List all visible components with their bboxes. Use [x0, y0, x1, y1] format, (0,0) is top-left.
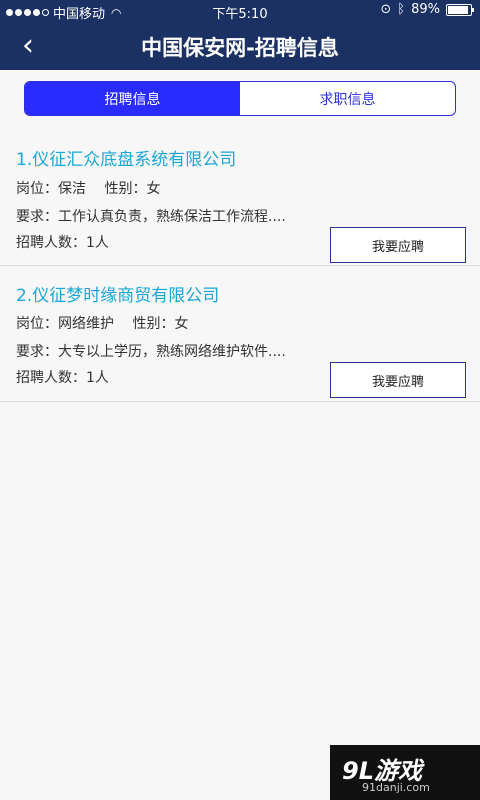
headcount: 招聘人数：1人 — [16, 235, 109, 251]
battery-percent: 89% — [411, 2, 440, 17]
status-right: ⊙ ᛒ 89% — [380, 2, 474, 17]
bluetooth-icon: ᛒ — [397, 2, 406, 17]
requirement: 要求：大专以上学历，熟练网络维护软件.... — [16, 344, 286, 360]
position-gender: 岗位：保洁 性别：女 — [16, 181, 161, 197]
company-name: 1.仪征汇众底盘系统有限公司 — [16, 150, 237, 170]
tab-recruitment-info[interactable]: 招聘信息 — [25, 82, 240, 115]
top-bar: 中国移动 ◠ 下午5:10 ⊙ ᛒ 89% ‹ 中国保安网-招聘信息 — [0, 0, 480, 70]
page-title: 中国保安网-招聘信息 — [141, 36, 339, 60]
battery-fill — [448, 5, 468, 14]
headcount: 招聘人数：1人 — [16, 370, 109, 386]
apply-button[interactable]: 我要应聘 — [330, 227, 466, 263]
watermark-url: 91danji.com — [362, 781, 430, 794]
job-card[interactable]: 1.仪征汇众底盘系统有限公司 岗位：保洁 性别：女 要求：工作认真负责，熟练保洁… — [0, 130, 480, 266]
job-card[interactable]: 2.仪征梦时缘商贸有限公司 岗位：网络维护 性别：女 要求：大专以上学历，熟练网… — [0, 266, 480, 402]
position-gender: 岗位：网络维护 性别：女 — [16, 316, 189, 332]
watermark: 9L游戏 91danji.com — [330, 745, 480, 800]
segmented-tabs: 招聘信息 求职信息 — [24, 81, 456, 116]
tab-job-seeking-info[interactable]: 求职信息 — [240, 82, 455, 115]
battery-icon — [446, 3, 474, 16]
apply-button[interactable]: 我要应聘 — [330, 362, 466, 398]
company-name: 2.仪征梦时缘商贸有限公司 — [16, 286, 220, 306]
orientation-lock-icon: ⊙ — [380, 2, 392, 17]
status-bar: 中国移动 ◠ 下午5:10 ⊙ ᛒ 89% — [0, 0, 480, 22]
requirement: 要求：工作认真负责，熟练保洁工作流程.... — [16, 209, 286, 225]
